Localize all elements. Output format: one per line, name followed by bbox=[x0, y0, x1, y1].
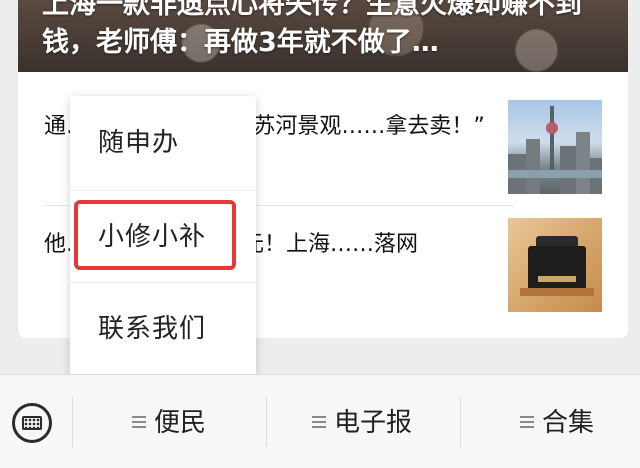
menu-divider bbox=[70, 282, 256, 283]
service-popup-menu: 随申办 小修小补 联系我们 bbox=[70, 96, 256, 376]
highlight-box bbox=[74, 200, 236, 270]
menu-divider bbox=[70, 190, 256, 191]
tab-heji[interactable]: 合集 bbox=[520, 403, 594, 443]
hero-article[interactable]: 上海一款非遗点心将失传？生意火爆却赚不到钱，老师傅：再做3年就不做了… bbox=[18, 0, 628, 72]
menu-lines-icon bbox=[132, 415, 146, 428]
menu-lines-icon bbox=[312, 415, 326, 428]
tab-label: 合集 bbox=[542, 408, 595, 438]
bar-divider bbox=[460, 397, 461, 447]
bar-divider bbox=[72, 397, 73, 447]
article-thumbnail bbox=[508, 100, 602, 194]
hero-title: 上海一款非遗点心将失传？生意火爆却赚不到钱，老师傅：再做3年就不做了… bbox=[42, 0, 582, 58]
article-thumbnail bbox=[508, 218, 602, 312]
tab-label: 便民 bbox=[154, 408, 207, 438]
tab-dianzibao[interactable]: 电子报 bbox=[312, 403, 412, 443]
keyboard-icon[interactable] bbox=[12, 403, 52, 443]
tab-label: 电子报 bbox=[334, 408, 413, 438]
bottom-menu-bar: 便民 电子报 合集 bbox=[0, 374, 640, 468]
bar-divider bbox=[266, 397, 267, 447]
menu-lines-icon bbox=[520, 415, 534, 428]
tab-bianmin[interactable]: 便民 bbox=[132, 403, 206, 443]
menu-item-contact-us[interactable]: 联系我们 bbox=[70, 284, 256, 374]
menu-item-suishenban[interactable]: 随申办 bbox=[70, 98, 256, 188]
